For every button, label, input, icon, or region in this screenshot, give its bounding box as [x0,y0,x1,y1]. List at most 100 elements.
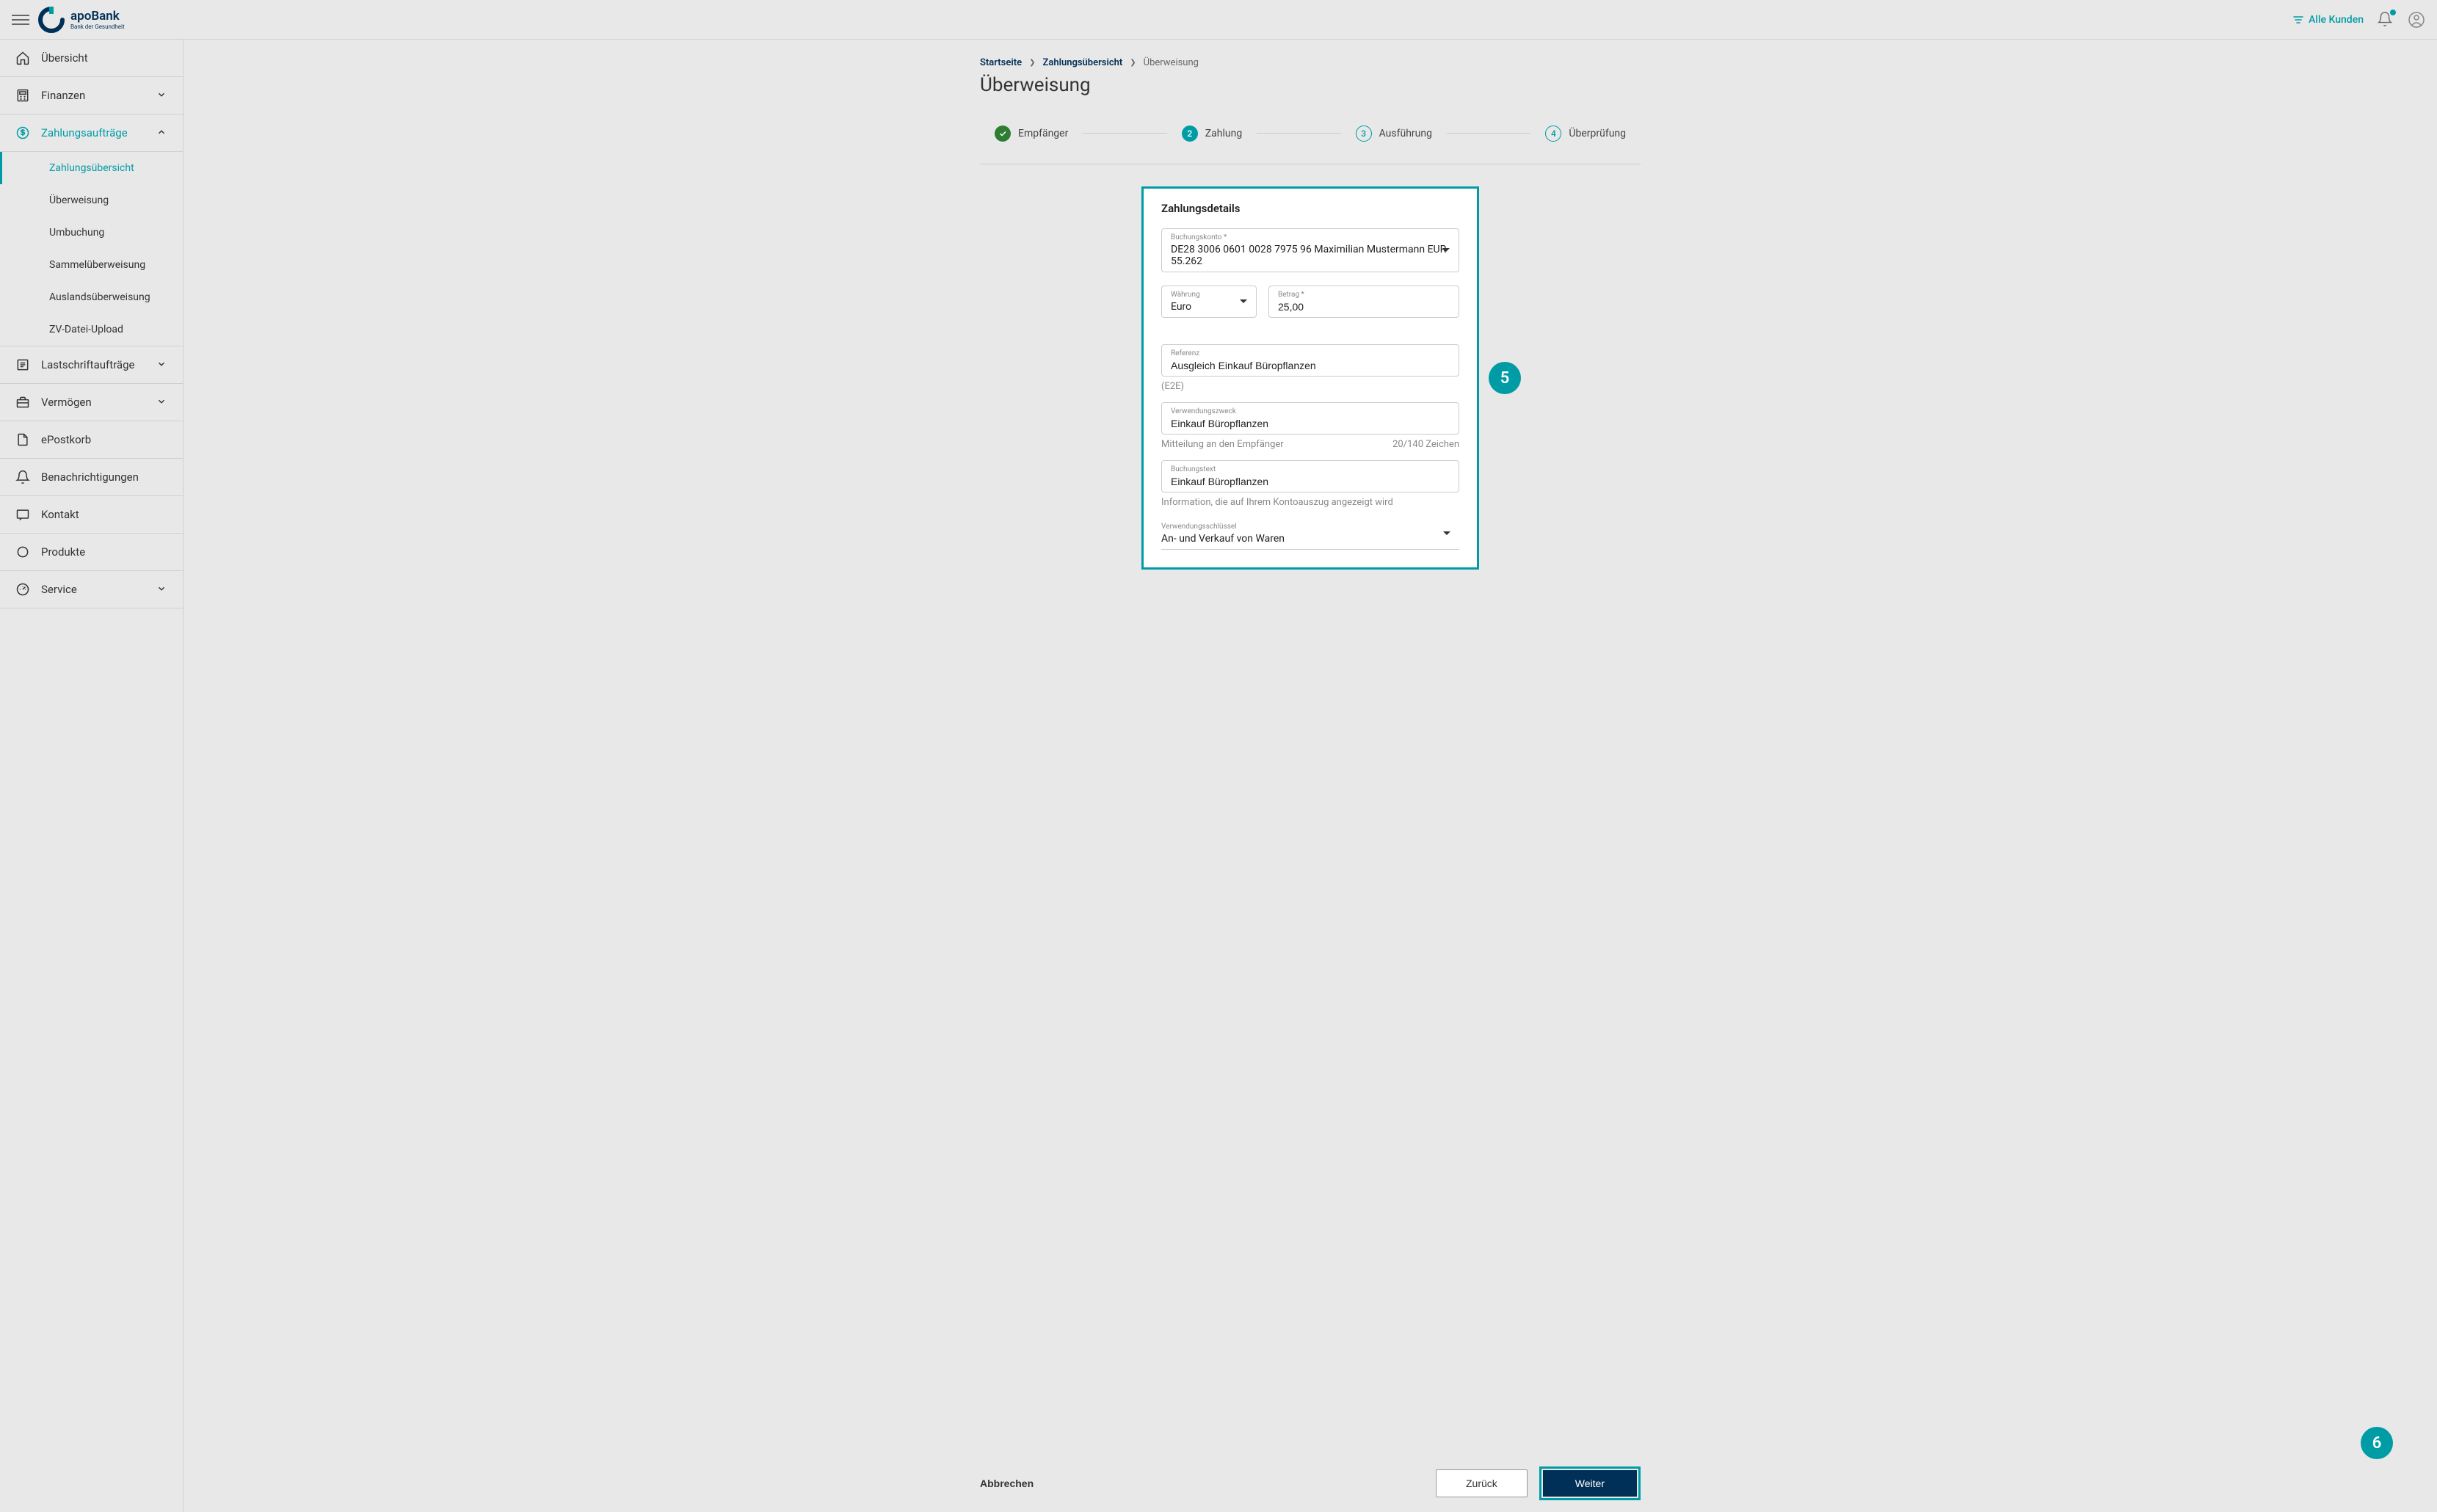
step-circle-active: 2 [1182,126,1198,142]
chevron-down-icon [156,90,168,101]
step-2: 2 Zahlung [1167,126,1257,142]
step-circle-done [995,126,1011,142]
cancel-button[interactable]: Abbrechen [980,1478,1034,1489]
step-label: Zahlung [1205,128,1242,139]
breadcrumb: Startseite ❯ Zahlungsübersicht ❯ Überwei… [980,57,1641,68]
dropdown-icon [1442,247,1450,254]
chevron-up-icon [156,127,168,139]
document-icon [15,432,31,448]
nav-products[interactable]: Produkte [0,534,183,571]
header: apoBank Bank der Gesundheit Alle Kunden [0,0,2437,40]
chevron-down-icon [156,396,168,408]
header-right: Alle Kunden [2292,11,2425,29]
sub-file-upload[interactable]: ZV-Datei-Upload [0,313,183,346]
briefcase-icon [15,394,31,410]
purpose-helper: Mitteilung an den Empfänger 20/140 Zeich… [1161,439,1459,450]
nav-label: Zahlungsaufträge [41,126,156,139]
logo-icon [38,7,65,33]
logo[interactable]: apoBank Bank der Gesundheit [38,7,125,33]
sub-payment-overview[interactable]: Zahlungsübersicht [0,152,183,184]
nav-label: Finanzen [41,89,156,102]
reference-field[interactable]: Referenz [1161,344,1459,377]
calculator-icon [15,87,31,103]
notifications-icon[interactable] [2377,11,2394,29]
callout-badge-6: 6 [2361,1427,2393,1459]
nav-finances[interactable]: Finanzen [0,77,183,115]
list-icon [15,357,31,373]
notification-badge [2390,10,2396,15]
customer-filter[interactable]: Alle Kunden [2292,14,2364,26]
purpose-input[interactable] [1171,416,1450,431]
purpose-field[interactable]: Verwendungszweck [1161,402,1459,435]
breadcrumb-home[interactable]: Startseite [980,57,1022,68]
field-label: Verwendungsschlüssel [1161,523,1450,531]
nav-service[interactable]: Service [0,571,183,608]
main-content: Startseite ❯ Zahlungsübersicht ❯ Überwei… [184,40,2437,1512]
nav-notifications[interactable]: Benachrichtigungen [0,459,183,496]
nav-label: Service [41,583,156,596]
reference-helper: (E2E) [1161,381,1459,392]
footer-bar: 6 Abbrechen Zurück Weiter [184,1455,2437,1512]
gauge-icon [15,581,31,597]
nav-payments[interactable]: Zahlungsaufträge [0,115,183,152]
sub-rebooking[interactable]: Umbuchung [0,217,183,249]
amount-field[interactable]: Betrag * [1268,286,1459,318]
stepper: Empfänger 2 Zahlung 3 Ausführung 4 Überp… [980,126,1641,142]
nav-label: ePostkorb [41,433,168,446]
filter-label: Alle Kunden [2309,14,2364,26]
field-label: Buchungskonto * [1171,233,1450,241]
dropdown-icon [1240,298,1247,305]
field-label: Währung [1171,291,1247,299]
booking-account-select[interactable]: Buchungskonto * DE28 3006 0601 0028 7975… [1161,228,1459,272]
bookingtext-helper: Information, die auf Ihrem Kontoauszug a… [1161,497,1459,508]
step-1: Empfänger [980,126,1083,142]
nav-label: Vermögen [41,396,156,409]
step-circle-pending: 3 [1356,126,1372,142]
nav-overview[interactable]: Übersicht [0,40,183,77]
sub-transfer[interactable]: Überweisung [0,184,183,217]
back-button[interactable]: Zurück [1436,1469,1528,1497]
helper-left: Mitteilung an den Empfänger [1161,439,1284,450]
purpose-key-select[interactable]: Verwendungsschlüssel An- und Verkauf von… [1161,518,1459,550]
nav-label: Kontakt [41,508,168,521]
currency-select[interactable]: Währung Euro [1161,286,1257,318]
step-4: 4 Überprüfung [1530,126,1641,142]
logo-tagline: Bank der Gesundheit [70,23,125,30]
nav-contact[interactable]: Kontakt [0,496,183,534]
chevron-right-icon: ❯ [1130,59,1136,67]
chevron-down-icon [156,359,168,371]
nav-epostbox[interactable]: ePostkorb [0,421,183,459]
panel-title: Zahlungsdetails [1161,202,1459,215]
field-label: Verwendungszweck [1171,407,1450,415]
next-button-highlight: Weiter [1539,1466,1641,1500]
field-value: DE28 3006 0601 0028 7975 96 Maximilian M… [1171,242,1450,269]
sub-foreign-transfer[interactable]: Auslandsüberweisung [0,281,183,313]
field-value: Euro [1171,299,1247,314]
field-value: An- und Verkauf von Waren [1161,531,1450,546]
amount-input[interactable] [1278,299,1450,314]
nav-label: Übersicht [41,51,168,65]
payment-details-panel: 5 Zahlungsdetails Buchungskonto * DE28 3… [1141,186,1479,570]
profile-icon[interactable] [2408,11,2425,29]
home-icon [15,50,31,66]
bookingtext-input[interactable] [1171,474,1450,489]
nav-label: Benachrichtigungen [41,470,168,484]
bookingtext-field[interactable]: Buchungstext [1161,460,1459,493]
logo-name: apoBank [70,9,125,23]
sub-bulk-transfer[interactable]: Sammelüberweisung [0,249,183,281]
next-button[interactable]: Weiter [1543,1470,1637,1497]
nav-wealth[interactable]: Vermögen [0,384,183,421]
chevron-right-icon: ❯ [1029,59,1035,67]
field-label: Referenz [1171,349,1450,357]
bell-icon [15,469,31,485]
breadcrumb-overview[interactable]: Zahlungsübersicht [1042,57,1122,68]
nav-label: Produkte [41,545,168,559]
reference-input[interactable] [1171,358,1450,373]
dropdown-icon [1443,530,1450,537]
nav-direct-debit[interactable]: Lastschriftaufträge [0,346,183,384]
field-label: Buchungstext [1171,465,1450,473]
chat-icon [15,506,31,523]
menu-toggle[interactable] [12,11,29,29]
nav-label: Lastschriftaufträge [41,358,156,371]
callout-badge-5: 5 [1489,362,1521,394]
